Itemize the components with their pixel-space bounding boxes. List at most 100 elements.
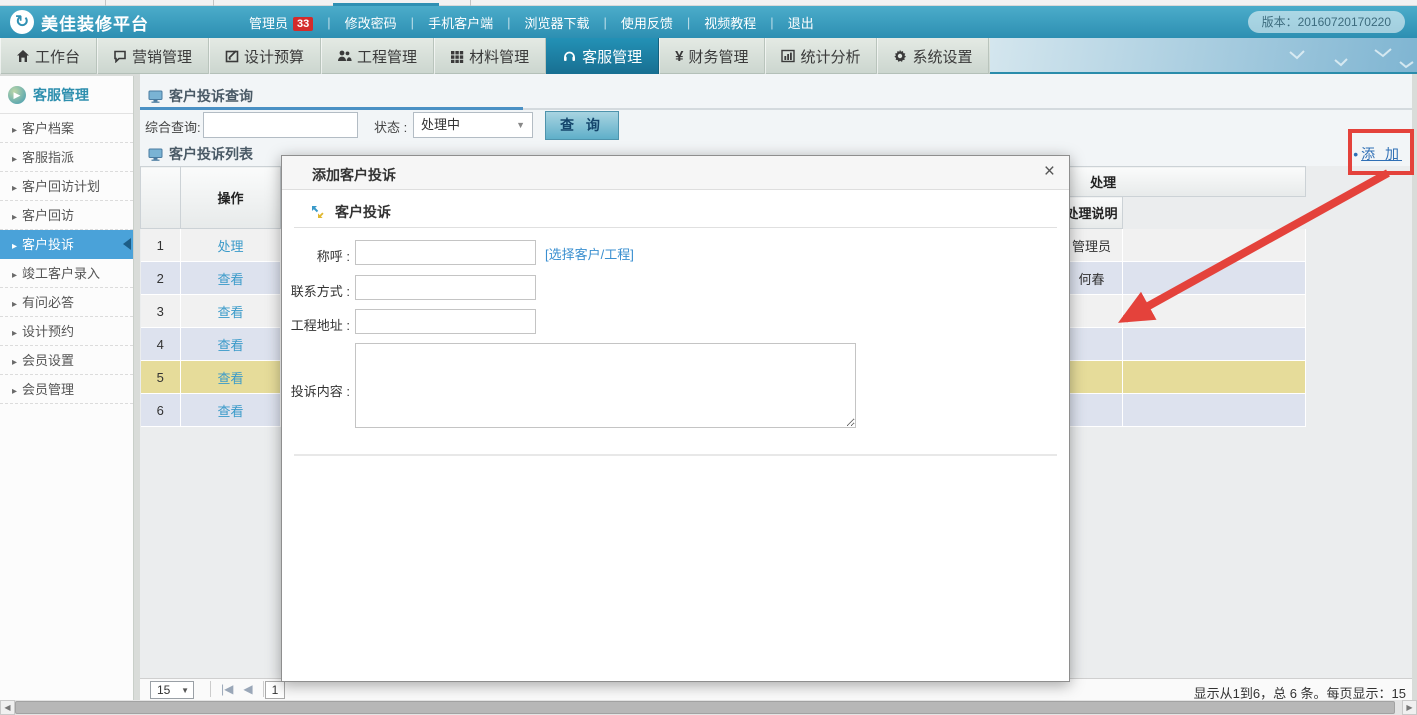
tab-label: 工程管理 bbox=[357, 46, 417, 67]
tab-customer-service[interactable]: 客服管理 bbox=[546, 38, 659, 74]
status-label: 状态 : bbox=[374, 117, 407, 136]
tab-label: 材料管理 bbox=[469, 46, 529, 67]
tab-finance[interactable]: ¥ 财务管理 bbox=[659, 38, 765, 74]
sidebar-item-visit-plan[interactable]: ▸客户回访计划 bbox=[0, 172, 133, 201]
menu-video-tutorial[interactable]: 视频教程 bbox=[690, 13, 770, 32]
tab-material[interactable]: 材料管理 bbox=[434, 38, 546, 74]
sidebar-item-visit[interactable]: ▸客户回访 bbox=[0, 201, 133, 230]
view-link[interactable]: 查看 bbox=[217, 404, 243, 419]
headset-icon bbox=[562, 49, 577, 63]
tab-design-budget[interactable]: 设计预算 bbox=[209, 38, 321, 74]
scroll-right-button[interactable]: ▶ bbox=[1402, 700, 1417, 715]
search-button[interactable]: 查 询 bbox=[545, 111, 619, 140]
tab-workbench[interactable]: 工作台 bbox=[0, 38, 97, 74]
tab-project[interactable]: 工程管理 bbox=[321, 38, 434, 74]
tab-label: 财务管理 bbox=[688, 46, 748, 67]
name-field[interactable] bbox=[355, 240, 536, 265]
monitor-icon bbox=[148, 148, 163, 161]
triangle-icon: ▸ bbox=[12, 241, 17, 252]
page-size-select[interactable]: 15 ▼ bbox=[150, 681, 194, 699]
handle-link[interactable]: 处理 bbox=[217, 239, 243, 254]
brand: ↻ 美佳装修平台 bbox=[0, 10, 235, 35]
view-link[interactable]: 查看 bbox=[217, 305, 243, 320]
horizontal-scrollbar: ◀ ▶ bbox=[0, 700, 1417, 715]
sidebar-item-complaints[interactable]: ▸客户投诉 bbox=[0, 230, 133, 259]
close-icon[interactable]: × bbox=[1044, 161, 1055, 183]
triangle-icon: ▸ bbox=[12, 299, 17, 310]
gear-icon bbox=[893, 49, 907, 63]
tab-statistics[interactable]: 统计分析 bbox=[765, 38, 877, 74]
pager-separator bbox=[263, 681, 264, 697]
triangle-icon: ▸ bbox=[12, 357, 17, 368]
grid-icon bbox=[450, 49, 464, 63]
page-size-value: 15 bbox=[157, 683, 170, 697]
address-label: 工程地址 : bbox=[282, 315, 350, 334]
sidebar-item-label: 有问必答 bbox=[22, 295, 74, 310]
add-link-label: 添 加 bbox=[1361, 146, 1402, 162]
query-section-title: 客户投诉查询 bbox=[140, 84, 1412, 108]
note-cell bbox=[1123, 394, 1306, 427]
triangle-icon: ▸ bbox=[12, 328, 17, 339]
sidebar-item-completed-entry[interactable]: ▸竣工客户录入 bbox=[0, 259, 133, 288]
prev-page-button[interactable]: ◀ bbox=[243, 682, 252, 696]
view-link[interactable]: 查看 bbox=[217, 338, 243, 353]
row-index: 4 bbox=[141, 328, 181, 361]
first-page-button[interactable]: |◀ bbox=[221, 682, 233, 696]
address-field[interactable] bbox=[355, 309, 536, 334]
sidebar-item-qa[interactable]: ▸ 有问必答 bbox=[0, 288, 133, 317]
col-header-index bbox=[141, 167, 181, 229]
chevron-down-icon: ▼ bbox=[516, 113, 525, 137]
menu-mobile-client[interactable]: 手机客户端 bbox=[414, 13, 507, 32]
query-toolbar: 综合查询: 状态 : 处理中 ▼ 查 询 bbox=[140, 112, 1412, 140]
sidebar-item-design-appointment[interactable]: ▸ 设计预约 bbox=[0, 317, 133, 346]
status-select[interactable]: 处理中 ▼ bbox=[413, 112, 533, 138]
contact-field[interactable] bbox=[355, 275, 536, 300]
select-customer-project-link[interactable]: [选择客户/工程] bbox=[545, 244, 634, 263]
sidebar-item-service-assign[interactable]: ▸客服指派 bbox=[0, 143, 133, 172]
row-index: 2 bbox=[141, 262, 181, 295]
view-link[interactable]: 查看 bbox=[217, 272, 243, 287]
add-complaint-link[interactable]: •添 加 bbox=[1353, 144, 1402, 164]
note-cell bbox=[1123, 361, 1306, 394]
sidebar-item-label: 会员管理 bbox=[22, 382, 74, 397]
row-index: 1 bbox=[141, 229, 181, 262]
main-nav: 工作台 营销管理 设计预算 工程管理 材料管理 客服管理 ¥ 财务管理 统计分析 bbox=[0, 38, 1417, 74]
menu-logout[interactable]: 退出 bbox=[774, 13, 828, 32]
content-label: 投诉内容 : bbox=[282, 381, 350, 400]
triangle-icon: ▸ bbox=[12, 212, 17, 223]
tab-settings[interactable]: 系统设置 bbox=[877, 38, 989, 74]
scroll-left-button[interactable]: ◀ bbox=[0, 700, 15, 715]
keyword-input[interactable] bbox=[203, 112, 358, 138]
tab-label: 客服管理 bbox=[582, 46, 642, 67]
users-icon bbox=[337, 49, 352, 63]
page-number-input[interactable]: 1 bbox=[265, 681, 285, 699]
active-pointer-icon bbox=[123, 238, 131, 250]
sidebar-item-label: 会员设置 bbox=[22, 353, 74, 368]
triangle-icon: ▸ bbox=[12, 270, 17, 281]
modal-header: 添加客户投诉 × bbox=[282, 156, 1069, 190]
menu-browser-download[interactable]: 浏览器下载 bbox=[510, 13, 603, 32]
notification-badge[interactable]: 33 bbox=[293, 17, 313, 31]
menu-change-password[interactable]: 修改密码 bbox=[331, 13, 411, 32]
brand-title: 美佳装修平台 bbox=[41, 10, 149, 35]
view-link[interactable]: 查看 bbox=[217, 371, 243, 386]
scrollbar-thumb[interactable] bbox=[15, 701, 1395, 714]
triangle-icon: ▸ bbox=[12, 125, 17, 136]
note-cell bbox=[1123, 328, 1306, 361]
modal-section-label: 客户投诉 bbox=[335, 202, 391, 222]
topbar-user[interactable]: 管理员33 bbox=[235, 13, 327, 32]
tab-marketing[interactable]: 营销管理 bbox=[97, 38, 209, 74]
tab-label: 设计预算 bbox=[244, 46, 304, 67]
module-icon: ▶ bbox=[8, 86, 26, 104]
tab-label: 营销管理 bbox=[132, 46, 192, 67]
divider bbox=[294, 227, 1057, 228]
complaint-content-field[interactable] bbox=[355, 343, 856, 428]
sidebar-item-member-manage[interactable]: ▸会员管理 bbox=[0, 375, 133, 404]
sidebar-item-customer-files[interactable]: ▸客户档案 bbox=[0, 114, 133, 143]
sidebar-item-label: 设计预约 bbox=[22, 324, 74, 339]
arrows-icon bbox=[310, 204, 326, 220]
chart-icon bbox=[781, 49, 795, 63]
menu-feedback[interactable]: 使用反馈 bbox=[607, 13, 687, 32]
sidebar-item-member-settings[interactable]: ▸ 会员设置 bbox=[0, 346, 133, 375]
pager-separator bbox=[210, 681, 211, 697]
